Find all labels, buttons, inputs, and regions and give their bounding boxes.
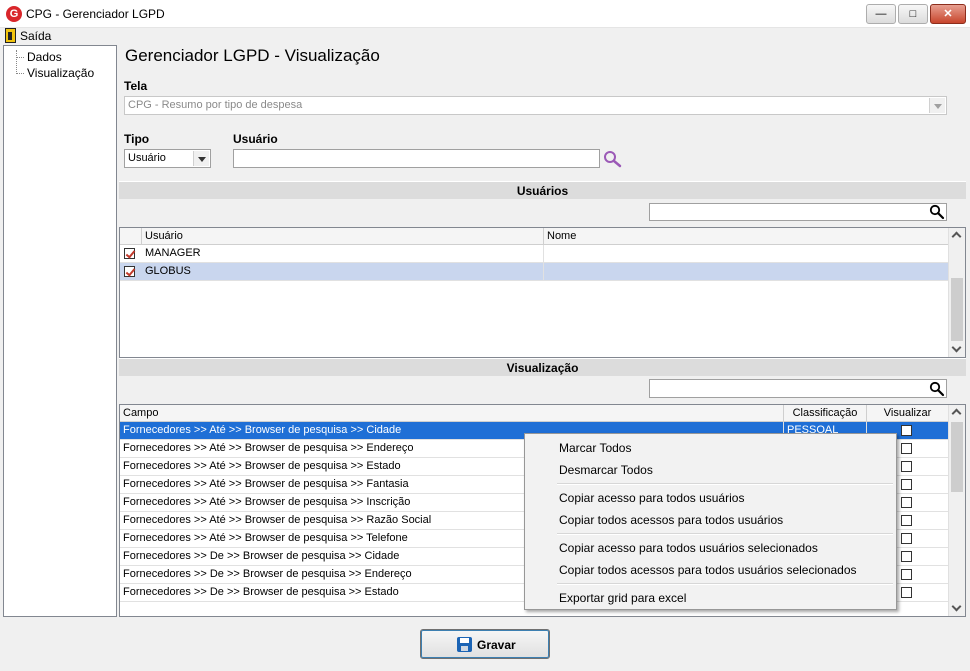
search-icon[interactable] <box>929 381 945 397</box>
user-usuario-cell: MANAGER <box>142 245 544 263</box>
menu-item-desmarcar-todos[interactable]: Desmarcar Todos <box>559 463 653 477</box>
search-user-icon[interactable] <box>603 150 622 168</box>
column-header-classificacao[interactable]: Classificação <box>784 405 867 422</box>
view-grid-header: Campo Classificação Visualizar <box>120 405 949 422</box>
usuario-label: Usuário <box>233 132 278 146</box>
menu-item-copiar-acesso-todos[interactable]: Copiar acesso para todos usuários <box>559 491 744 505</box>
column-header-usuario[interactable]: Usuário <box>142 228 544 245</box>
visualizar-checkbox[interactable] <box>901 515 912 526</box>
view-search-input[interactable] <box>649 379 947 398</box>
visualizar-checkbox[interactable] <box>901 587 912 598</box>
save-button[interactable]: Gravar <box>420 629 550 659</box>
menu-item-copiar-todos-acessos-selecionados[interactable]: Copiar todos acessos para todos usuários… <box>559 563 857 577</box>
close-icon: ✕ <box>943 8 953 20</box>
users-grid-check-header <box>120 228 142 245</box>
view-scrollbar[interactable] <box>948 405 965 616</box>
scroll-down-icon[interactable] <box>949 341 965 357</box>
users-grid-header: Usuário Nome <box>120 228 949 245</box>
tree-connector <box>16 50 17 72</box>
tipo-select[interactable]: Usuário <box>124 149 211 168</box>
app-logo-icon: G <box>6 6 22 22</box>
title-bar: G CPG - Gerenciador LGPD — □ ✕ <box>0 0 970 28</box>
user-nome-cell <box>544 263 949 281</box>
visualizar-checkbox[interactable] <box>901 443 912 454</box>
scroll-thumb[interactable] <box>951 422 963 492</box>
users-grid: Usuário Nome MANAGER GLOBUS <box>119 227 966 358</box>
visualizar-checkbox[interactable] <box>901 569 912 580</box>
scroll-up-icon[interactable] <box>949 405 965 421</box>
view-section-header: Visualização <box>119 358 966 376</box>
table-row[interactable]: GLOBUS <box>120 263 949 281</box>
menu-item-copiar-todos-acessos-todos[interactable]: Copiar todos acessos para todos usuários <box>559 513 783 527</box>
search-icon[interactable] <box>929 204 945 220</box>
exit-door-icon[interactable] <box>5 28 16 43</box>
visualizar-checkbox[interactable] <box>901 551 912 562</box>
menu-exit[interactable]: Saída <box>20 29 51 43</box>
users-search-input[interactable] <box>649 203 947 221</box>
tipo-label: Tipo <box>124 132 150 146</box>
menu-separator <box>557 483 893 485</box>
users-scrollbar[interactable] <box>948 228 965 357</box>
chevron-down-icon <box>929 98 945 113</box>
tela-select-value: CPG - Resumo por tipo de despesa <box>128 99 303 111</box>
chevron-down-icon <box>193 151 209 166</box>
minimize-button[interactable]: — <box>866 4 896 24</box>
tela-select[interactable]: CPG - Resumo por tipo de despesa <box>124 96 947 115</box>
usuario-input[interactable] <box>233 149 600 168</box>
tree-item-dados[interactable]: Dados <box>27 50 62 64</box>
maximize-icon: □ <box>909 8 917 20</box>
window-title: CPG - Gerenciador LGPD <box>26 7 165 21</box>
tela-label: Tela <box>124 79 148 93</box>
row-checkbox[interactable] <box>124 266 135 277</box>
tree-connector <box>16 73 24 74</box>
scroll-up-icon[interactable] <box>949 228 965 244</box>
visualizar-checkbox[interactable] <box>901 533 912 544</box>
user-usuario-cell: GLOBUS <box>142 263 544 281</box>
table-row[interactable]: MANAGER <box>120 245 949 263</box>
maximize-button[interactable]: □ <box>898 4 928 24</box>
close-button[interactable]: ✕ <box>930 4 966 24</box>
column-header-visualizar[interactable]: Visualizar <box>867 405 949 422</box>
visualizar-checkbox[interactable] <box>901 497 912 508</box>
tree-connector <box>16 57 24 58</box>
menu-item-marcar-todos[interactable]: Marcar Todos <box>559 441 631 455</box>
users-section-header: Usuários <box>119 181 966 199</box>
menu-bar: Saída <box>0 28 970 45</box>
minimize-icon: — <box>875 8 887 20</box>
tree-item-visualizacao[interactable]: Visualização <box>27 66 94 80</box>
scroll-down-icon[interactable] <box>949 600 965 616</box>
floppy-disk-icon <box>457 637 472 652</box>
page-title: Gerenciador LGPD - Visualização <box>125 46 380 65</box>
user-nome-cell <box>544 245 949 263</box>
column-header-campo[interactable]: Campo <box>120 405 784 422</box>
visualizar-checkbox[interactable] <box>901 479 912 490</box>
menu-item-copiar-acesso-selecionados[interactable]: Copiar acesso para todos usuários seleci… <box>559 541 818 555</box>
visualizar-checkbox[interactable] <box>901 461 912 472</box>
column-header-nome[interactable]: Nome <box>544 228 949 245</box>
navigation-tree: Dados Visualização <box>3 45 117 617</box>
scroll-thumb[interactable] <box>951 278 963 341</box>
menu-separator <box>557 583 893 585</box>
save-button-label: Gravar <box>477 638 516 652</box>
tipo-select-value: Usuário <box>128 152 166 164</box>
row-checkbox[interactable] <box>124 248 135 259</box>
menu-separator <box>557 533 893 535</box>
context-menu: Marcar Todos Desmarcar Todos Copiar aces… <box>524 433 897 610</box>
menu-item-exportar-excel[interactable]: Exportar grid para excel <box>559 591 686 605</box>
visualizar-checkbox[interactable] <box>901 425 912 436</box>
